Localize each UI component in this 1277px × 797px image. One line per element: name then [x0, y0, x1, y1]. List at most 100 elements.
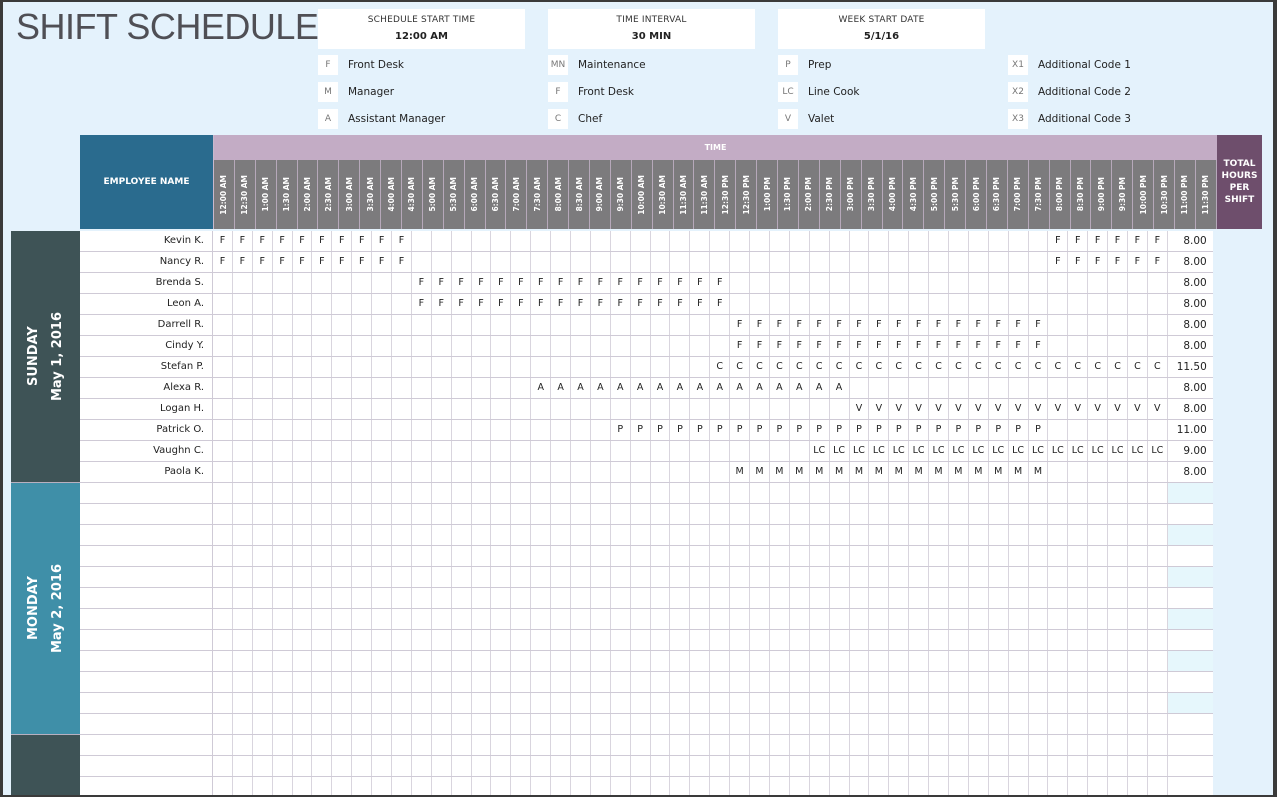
shift-cell[interactable] [591, 420, 611, 440]
shift-cell[interactable] [312, 735, 333, 755]
shift-cell[interactable] [869, 231, 890, 251]
shift-cell[interactable] [571, 672, 591, 692]
shift-cell[interactable] [690, 525, 711, 545]
shift-cell[interactable] [531, 735, 552, 755]
shift-cell[interactable]: F [273, 252, 293, 272]
shift-cell[interactable] [1128, 630, 1148, 650]
shift-cell[interactable] [352, 483, 373, 503]
shift-cell[interactable] [730, 546, 751, 566]
shift-cell[interactable] [571, 609, 591, 629]
shift-cell[interactable] [1088, 546, 1109, 566]
shift-cell[interactable] [1148, 504, 1168, 524]
shift-cell[interactable] [551, 336, 572, 356]
shift-cell[interactable] [1148, 294, 1168, 314]
shift-cell[interactable] [372, 483, 393, 503]
shift-cell[interactable] [989, 546, 1009, 566]
shift-cell[interactable] [929, 693, 949, 713]
shift-cell[interactable] [233, 609, 253, 629]
employee-name-cell[interactable]: Leon A. [80, 294, 213, 314]
shift-cell[interactable] [312, 357, 333, 377]
shift-cell[interactable] [989, 294, 1009, 314]
shift-cell[interactable] [830, 525, 850, 545]
shift-cell[interactable] [332, 546, 353, 566]
shift-cell[interactable] [651, 756, 671, 776]
shift-cell[interactable] [511, 483, 532, 503]
shift-cell[interactable] [710, 546, 731, 566]
shift-cell[interactable] [651, 441, 671, 461]
shift-cell[interactable] [1048, 651, 1069, 671]
shift-cell[interactable] [412, 336, 432, 356]
shift-cell[interactable] [491, 378, 512, 398]
shift-cell[interactable] [670, 567, 691, 587]
shift-cell[interactable] [412, 504, 432, 524]
shift-cell[interactable] [631, 588, 651, 608]
shift-cell[interactable] [372, 336, 393, 356]
shift-cell[interactable] [611, 504, 631, 524]
shift-cell[interactable] [352, 777, 373, 795]
shift-cell[interactable] [273, 756, 293, 776]
shift-cell[interactable] [372, 357, 393, 377]
shift-cell[interactable] [432, 336, 452, 356]
shift-cell[interactable] [989, 504, 1009, 524]
shift-cell[interactable] [710, 399, 731, 419]
shift-cell[interactable]: F [929, 315, 949, 335]
employee-name-cell[interactable] [80, 777, 213, 795]
shift-cell[interactable] [929, 651, 949, 671]
shift-cell[interactable] [392, 735, 412, 755]
employee-name-cell[interactable]: Stefan P. [80, 357, 213, 377]
shift-cell[interactable]: F [949, 315, 969, 335]
shift-cell[interactable] [372, 378, 393, 398]
shift-cell[interactable] [1029, 672, 1049, 692]
shift-cell[interactable] [631, 399, 651, 419]
shift-cell[interactable] [631, 756, 651, 776]
shift-cell[interactable] [551, 567, 572, 587]
shift-cell[interactable] [432, 630, 452, 650]
shift-cell[interactable]: V [1009, 399, 1029, 419]
shift-cell[interactable] [253, 567, 273, 587]
shift-cell[interactable] [889, 630, 910, 650]
shift-cell[interactable] [810, 294, 830, 314]
shift-cell[interactable] [1029, 252, 1049, 272]
shift-cell[interactable] [1088, 504, 1109, 524]
shift-cell[interactable] [531, 714, 552, 734]
shift-cell[interactable]: F [551, 294, 572, 314]
legend-code[interactable]: MN [548, 55, 568, 75]
shift-cell[interactable] [312, 399, 333, 419]
shift-cell[interactable] [273, 588, 293, 608]
shift-cell[interactable] [432, 651, 452, 671]
shift-cell[interactable] [312, 525, 333, 545]
shift-cell[interactable]: C [869, 357, 890, 377]
shift-cell[interactable] [850, 672, 870, 692]
shift-cell[interactable] [909, 693, 930, 713]
shift-cell[interactable] [392, 399, 412, 419]
shift-cell[interactable] [611, 588, 631, 608]
shift-cell[interactable]: C [710, 357, 731, 377]
shift-cell[interactable]: F [1048, 231, 1069, 251]
shift-cell[interactable] [1148, 567, 1168, 587]
shift-cell[interactable] [1048, 777, 1069, 795]
shift-cell[interactable] [551, 525, 572, 545]
shift-cell[interactable] [989, 231, 1009, 251]
shift-cell[interactable] [551, 735, 572, 755]
shift-cell[interactable] [432, 462, 452, 482]
shift-cell[interactable] [1009, 756, 1029, 776]
shift-cell[interactable] [432, 756, 452, 776]
shift-cell[interactable] [869, 714, 890, 734]
shift-cell[interactable] [770, 546, 790, 566]
shift-cell[interactable]: F [1068, 231, 1089, 251]
employee-name-cell[interactable] [80, 504, 213, 524]
employee-name-cell[interactable] [80, 546, 213, 566]
shift-cell[interactable] [770, 231, 790, 251]
shift-cell[interactable] [1128, 777, 1148, 795]
shift-cell[interactable] [690, 336, 711, 356]
shift-cell[interactable] [670, 525, 691, 545]
shift-cell[interactable]: LC [1128, 441, 1148, 461]
shift-cell[interactable] [273, 630, 293, 650]
shift-cell[interactable] [312, 588, 333, 608]
shift-cell[interactable] [651, 777, 671, 795]
shift-cell[interactable] [730, 630, 751, 650]
shift-cell[interactable] [670, 735, 691, 755]
shift-cell[interactable]: F [312, 252, 333, 272]
shift-cell[interactable] [730, 714, 751, 734]
shift-cell[interactable] [511, 693, 532, 713]
